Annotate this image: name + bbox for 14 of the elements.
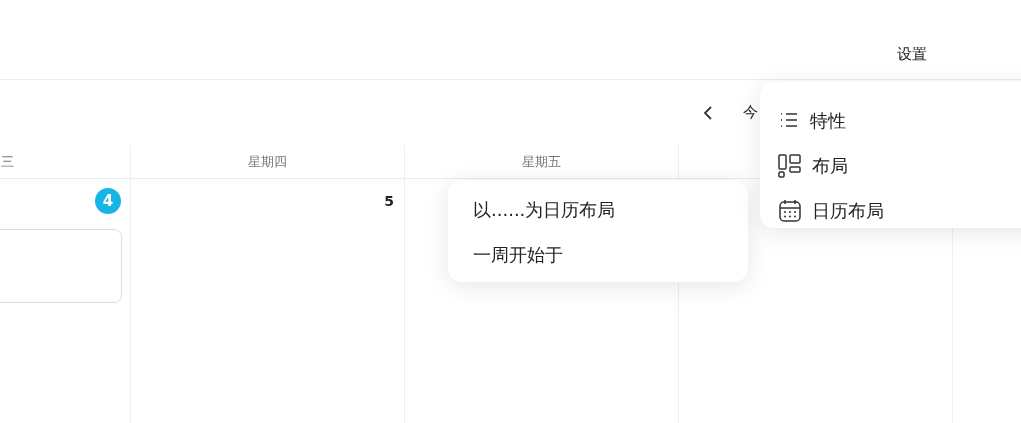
menu-item[interactable]: 日历布局 (812, 198, 884, 223)
menu-item[interactable]: 以......为日历布局 (448, 198, 748, 243)
date-number[interactable]: 5 (384, 193, 394, 209)
today-button[interactable]: 今 (743, 103, 758, 122)
calendar-icon (778, 198, 802, 223)
weekday-label: 三 (1, 152, 14, 171)
menu-item[interactable]: 布局 (812, 153, 848, 178)
menu-item[interactable]: 特性 (810, 108, 846, 133)
chevron-left-icon[interactable] (703, 104, 713, 121)
weekday-label: 星期四 (248, 152, 287, 171)
layout-icon (778, 153, 802, 178)
weekday-label: 星期五 (522, 152, 561, 171)
menu-item[interactable]: 一周开始于 (448, 243, 748, 288)
settings-link[interactable]: 设置 (897, 45, 927, 64)
